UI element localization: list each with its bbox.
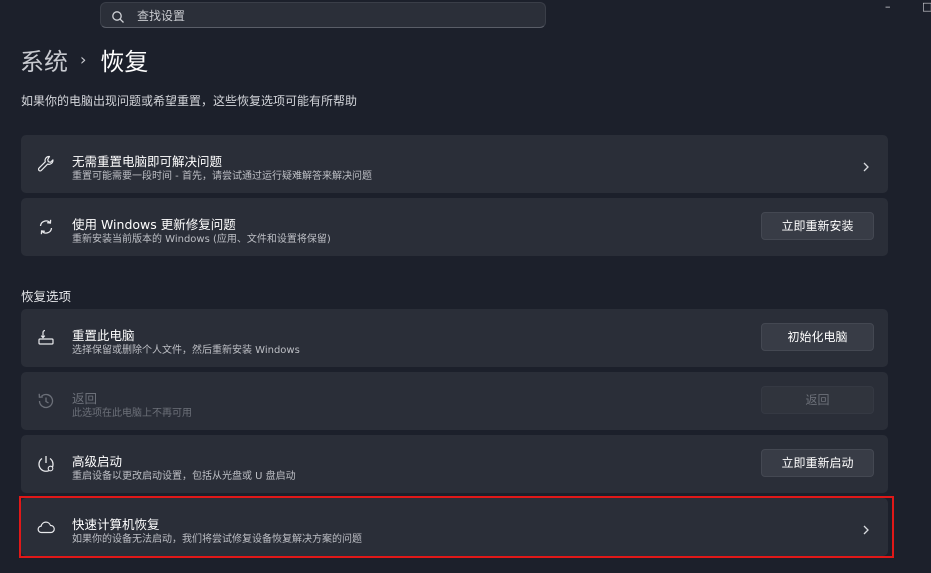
- cloud-icon: [36, 517, 56, 537]
- page-title: 恢复: [100, 48, 149, 76]
- search-icon: [111, 9, 125, 23]
- reset-pc-card: 重置此电脑 选择保留或删除个人文件，然后重新安装 Windows 初始化电脑: [21, 309, 888, 367]
- breadcrumb: 系统 › 恢复: [20, 42, 148, 77]
- reset-pc-description: 选择保留或删除个人文件，然后重新安装 Windows: [72, 345, 300, 356]
- maximize-button[interactable]: □: [922, 0, 931, 13]
- page-subtitle: 如果你的电脑出现问题或希望重置，这些恢复选项可能有所帮助: [21, 94, 358, 108]
- advanced-startup-icon: [36, 454, 56, 474]
- chevron-right-icon: [860, 521, 872, 535]
- breadcrumb-parent-link[interactable]: 系统: [20, 42, 68, 77]
- quick-machine-recovery-description: 如果你的设备无法启动，我们将尝试修复设备恢复解决方案的问题: [72, 534, 362, 545]
- windows-update-repair-description: 重新安装当前版本的 Windows (应用、文件和设置将保留): [72, 234, 331, 245]
- search-box[interactable]: [100, 2, 546, 28]
- minimize-button[interactable]: –: [885, 0, 891, 13]
- windows-update-repair-card: 使用 Windows 更新修复问题 重新安装当前版本的 Windows (应用、…: [21, 198, 888, 256]
- advanced-startup-description: 重启设备以更改启动设置，包括从光盘或 U 盘启动: [72, 471, 296, 482]
- history-icon: [36, 391, 56, 411]
- go-back-description: 此选项在此电脑上不再可用: [72, 408, 192, 419]
- reset-pc-icon: [36, 328, 56, 348]
- wrench-icon: [36, 154, 56, 174]
- reinstall-now-button[interactable]: 立即重新安装: [761, 212, 874, 240]
- quick-machine-recovery-card[interactable]: 快速计算机恢复 如果你的设备无法启动，我们将尝试修复设备恢复解决方案的问题: [21, 498, 888, 556]
- troubleshoot-card[interactable]: 无需重置电脑即可解决问题 重置可能需要一段时间 - 首先，请尝试通过运行疑难解答…: [21, 135, 888, 193]
- go-back-button: 返回: [761, 386, 874, 414]
- chevron-right-icon: [860, 158, 872, 172]
- breadcrumb-separator: ›: [80, 50, 87, 69]
- search-input[interactable]: [135, 5, 539, 27]
- advanced-startup-card: 高级启动 重启设备以更改启动设置，包括从光盘或 U 盘启动 立即重新启动: [21, 435, 888, 493]
- recovery-options-heading: 恢复选项: [21, 289, 72, 304]
- restart-now-button[interactable]: 立即重新启动: [761, 449, 874, 477]
- troubleshoot-description: 重置可能需要一段时间 - 首先，请尝试通过运行疑难解答来解决问题: [72, 171, 372, 182]
- reset-pc-button[interactable]: 初始化电脑: [761, 323, 874, 351]
- go-back-card: 返回 此选项在此电脑上不再可用 返回: [21, 372, 888, 430]
- sync-icon: [36, 217, 56, 237]
